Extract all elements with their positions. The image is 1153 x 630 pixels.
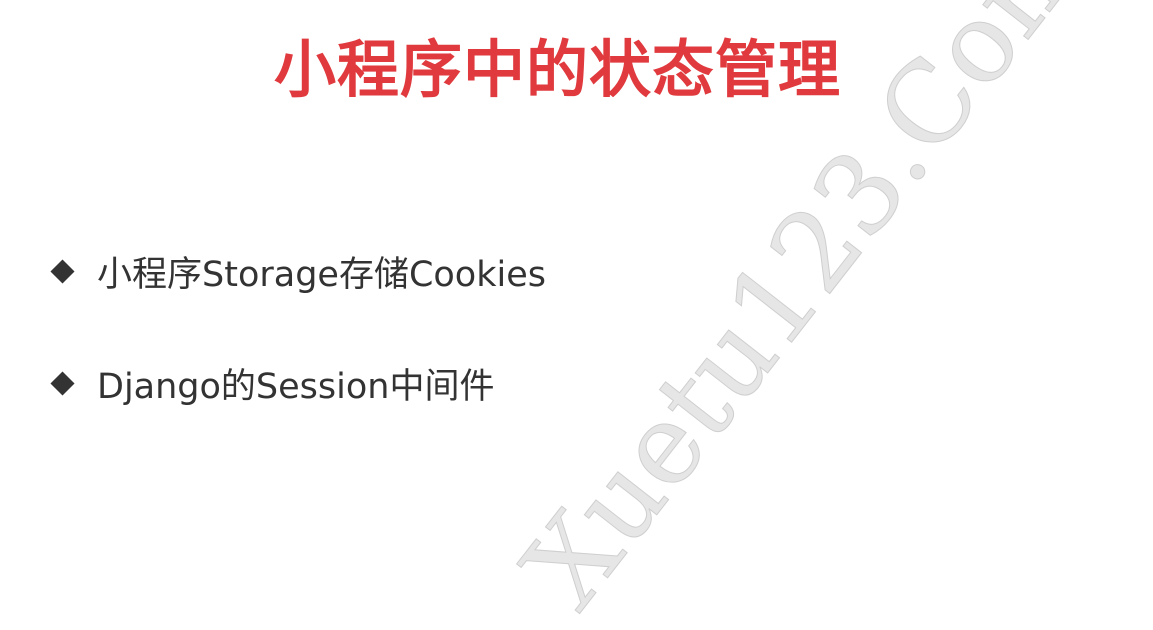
bullet-text: Django的Session中间件 bbox=[97, 367, 495, 407]
diamond-bullet-icon bbox=[50, 259, 75, 284]
bullet-item: 小程序Storage存储Cookies bbox=[50, 246, 546, 297]
diamond-bullet-icon bbox=[50, 371, 75, 396]
bullet-text: 小程序Storage存储Cookies bbox=[97, 255, 546, 295]
bullet-item: Django的Session中间件 bbox=[50, 358, 494, 409]
slide-title: 小程序中的状态管理 bbox=[273, 33, 841, 106]
